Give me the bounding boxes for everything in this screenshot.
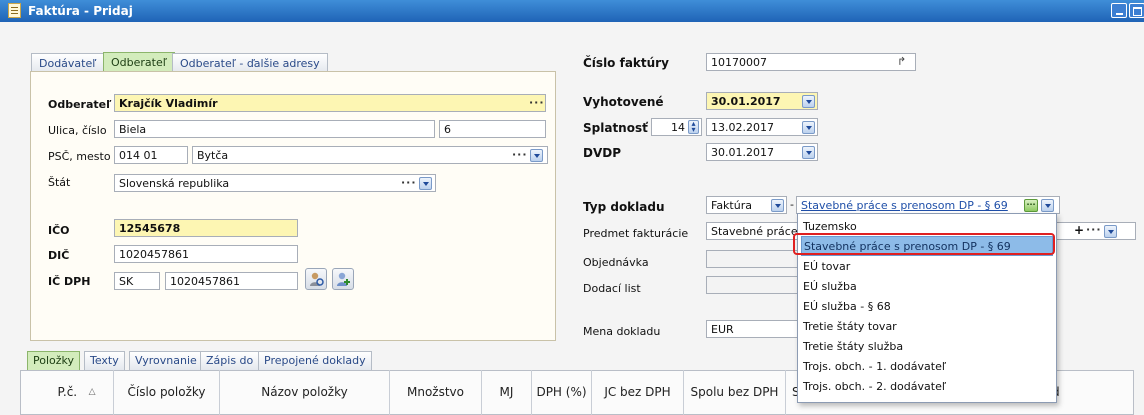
due-date-dropdown-button[interactable] bbox=[802, 121, 815, 134]
person-search-icon bbox=[310, 272, 324, 286]
invoice-number-input[interactable]: 10170007 bbox=[706, 53, 916, 71]
icdph-label: IČ DPH bbox=[48, 275, 91, 288]
refresh-number-icon[interactable]: ↱ bbox=[897, 55, 906, 68]
tab-record-to[interactable]: Zápis do bbox=[200, 351, 260, 370]
subject-add-icon[interactable]: + bbox=[1074, 223, 1084, 237]
ico-input[interactable]: 12545678 bbox=[114, 219, 298, 237]
subject-more-icon[interactable]: ··· bbox=[1086, 223, 1102, 236]
person-add-icon bbox=[337, 272, 350, 286]
tab-customer[interactable]: Odberateľ bbox=[103, 52, 175, 72]
issued-label: Vyhotovené bbox=[583, 95, 664, 109]
icdph-input[interactable]: 1020457861 bbox=[165, 272, 298, 290]
subject-dropdown-button[interactable] bbox=[1104, 225, 1117, 238]
dropdown-item[interactable]: EÚ služba bbox=[801, 277, 1053, 297]
title-bar: Faktúra - Pridaj bbox=[0, 0, 1144, 22]
dic-label: DIČ bbox=[48, 249, 70, 262]
tab-items[interactable]: Položky bbox=[27, 351, 81, 370]
window-title: Faktúra - Pridaj bbox=[28, 4, 133, 18]
street-input[interactable]: Biela bbox=[114, 120, 435, 138]
ico-label: IČO bbox=[48, 224, 70, 237]
order-input[interactable] bbox=[706, 250, 798, 268]
dvdp-date-dropdown-button[interactable] bbox=[802, 146, 815, 159]
country-label: Štát bbox=[48, 176, 71, 189]
dvdp-label: DVDP bbox=[583, 146, 622, 160]
tab-customer-other-addresses[interactable]: Odberateľ - ďalšie adresy bbox=[172, 53, 328, 72]
grid-header-item-number[interactable]: Číslo položky bbox=[114, 370, 220, 415]
sort-asc-icon: △ bbox=[88, 387, 96, 397]
dropdown-item[interactable]: EÚ tovar bbox=[801, 257, 1053, 277]
due-days-spinner[interactable]: ▴ ▾ bbox=[688, 120, 699, 134]
separator-dash: - bbox=[790, 198, 794, 211]
add-person-button[interactable] bbox=[332, 268, 354, 290]
dropdown-item[interactable]: EÚ služba - § 68 bbox=[801, 297, 1053, 317]
subject-label: Predmet fakturácie bbox=[583, 227, 689, 240]
subtype-more-icon[interactable]: ··· bbox=[1024, 199, 1038, 212]
grid-header-unit-price[interactable]: JC bez DPH bbox=[592, 370, 684, 415]
psc-input[interactable]: 014 01 bbox=[114, 146, 188, 164]
grid-header-item-name[interactable]: Názov položky bbox=[220, 370, 390, 415]
customer-more-icon[interactable]: ··· bbox=[529, 96, 545, 109]
dropdown-item[interactable]: Tretie štáty tovar bbox=[801, 317, 1053, 337]
order-label: Objednávka bbox=[583, 256, 649, 269]
grid-header-pc[interactable]: P.č. △ bbox=[40, 370, 114, 415]
issued-date-dropdown-button[interactable] bbox=[802, 95, 815, 108]
maximize-button[interactable] bbox=[1129, 3, 1144, 18]
dropdown-item[interactable]: Trojs. obch. - 1. dodávateľ bbox=[801, 357, 1053, 377]
due-label: Splatnosť bbox=[583, 121, 648, 135]
delivery-label: Dodací list bbox=[583, 282, 641, 295]
city-more-icon[interactable]: ··· bbox=[512, 148, 528, 161]
currency-input[interactable]: EUR bbox=[706, 320, 798, 338]
minimize-button[interactable] bbox=[1111, 3, 1127, 18]
invoice-icon bbox=[8, 3, 21, 18]
grid-header-quantity[interactable]: Množstvo bbox=[390, 370, 482, 415]
street-label: Ulica, číslo bbox=[48, 124, 107, 137]
currency-label: Mena dokladu bbox=[583, 325, 661, 338]
icdph-prefix-input[interactable]: SK bbox=[114, 272, 160, 290]
country-more-icon[interactable]: ··· bbox=[401, 176, 417, 189]
doc-type-dropdown-button[interactable] bbox=[771, 199, 784, 212]
customer-field[interactable]: Krajčík Vladimír bbox=[114, 94, 546, 112]
dic-input[interactable]: 1020457861 bbox=[114, 245, 298, 263]
doc-subtype-select[interactable]: Stavebné práce s prenosom DP - § 69 bbox=[796, 196, 1060, 214]
doc-type-label: Typ dokladu bbox=[583, 200, 665, 214]
delivery-input[interactable] bbox=[706, 276, 798, 294]
country-field[interactable]: Slovenská republika bbox=[114, 174, 436, 192]
tab-settlement[interactable]: Vyrovnanie bbox=[129, 351, 203, 370]
dropdown-item[interactable]: Tretie štáty služba bbox=[801, 337, 1053, 357]
grid-header-total-excl-vat[interactable]: Spolu bez DPH bbox=[684, 370, 786, 415]
street-number-input[interactable]: 6 bbox=[439, 120, 546, 138]
tab-supplier[interactable]: Dodávateľ bbox=[31, 53, 105, 72]
dropdown-item[interactable]: Trojs. obch. - 2. dodávateľ bbox=[801, 377, 1053, 397]
psc-label: PSČ, mesto bbox=[48, 150, 111, 163]
invoice-number-label: Číslo faktúry bbox=[583, 56, 669, 70]
grid-header-unit[interactable]: MJ bbox=[482, 370, 532, 415]
city-dropdown-button[interactable] bbox=[530, 149, 543, 162]
highlight-annotation-ring bbox=[793, 233, 1055, 255]
grid-header-vat[interactable]: DPH (%) bbox=[532, 370, 592, 415]
city-field[interactable]: Bytča bbox=[192, 146, 548, 164]
doc-subtype-dropdown-button[interactable] bbox=[1041, 199, 1054, 212]
tab-linked-documents[interactable]: Prepojené doklady bbox=[258, 351, 372, 370]
tab-texts[interactable]: Texty bbox=[84, 351, 125, 370]
customer-label: Odberateľ bbox=[48, 98, 112, 111]
lookup-person-button[interactable] bbox=[305, 268, 327, 290]
country-dropdown-button[interactable] bbox=[419, 177, 432, 190]
